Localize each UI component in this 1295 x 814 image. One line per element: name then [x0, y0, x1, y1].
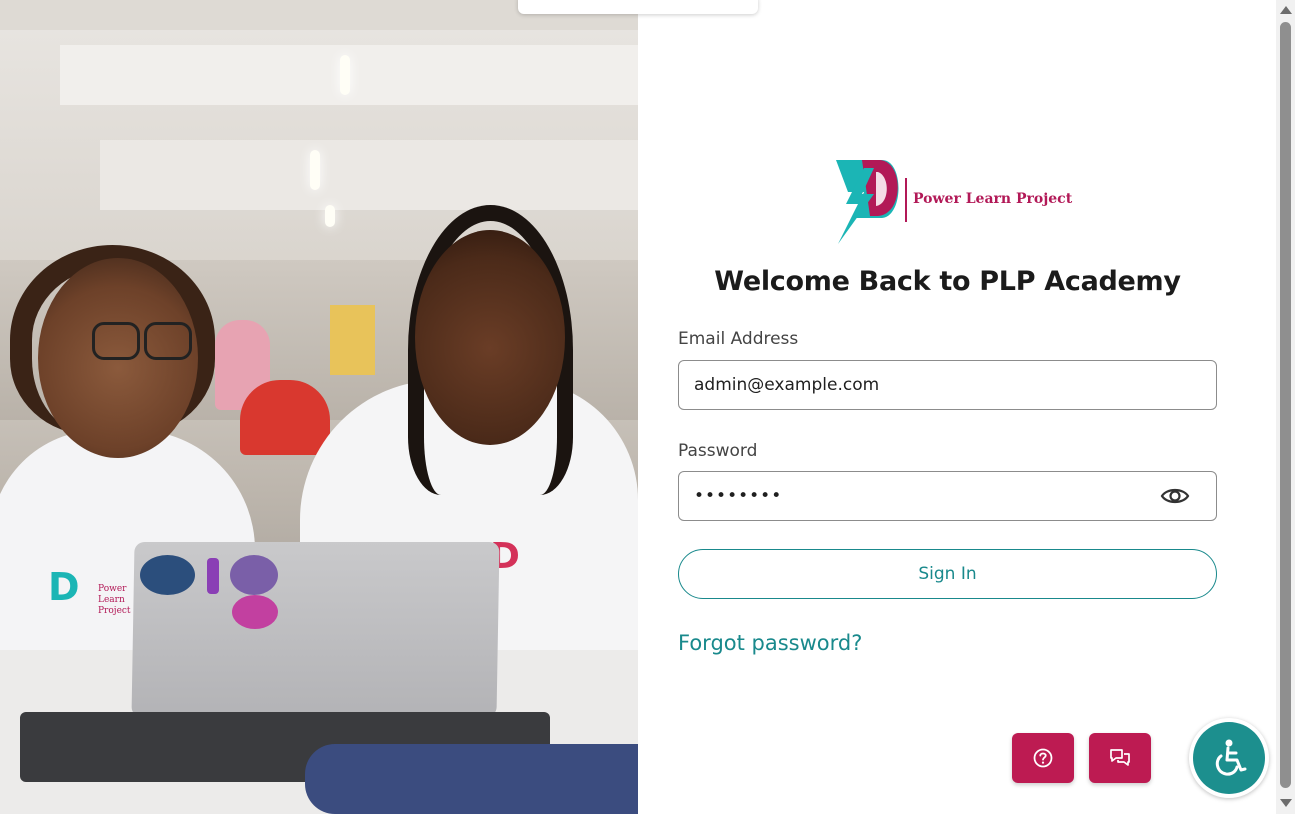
help-button[interactable] [1012, 733, 1074, 783]
email-field-container[interactable] [678, 360, 1217, 410]
sign-in-button[interactable]: Sign In [678, 549, 1217, 599]
forgot-password-link[interactable]: Forgot password? [678, 631, 862, 655]
plp-logo-mark-icon [836, 160, 899, 244]
scroll-down-arrow-icon[interactable] [1280, 799, 1292, 807]
password-field-container[interactable] [678, 471, 1217, 521]
email-field[interactable] [694, 361, 1144, 409]
notification-toast [518, 0, 758, 14]
email-label: Email Address [678, 329, 799, 349]
accessibility-button[interactable] [1189, 718, 1269, 798]
chat-bubbles-icon [1110, 749, 1130, 766]
logo-wordmark: Power Learn Project [913, 191, 1073, 207]
password-label: Password [678, 441, 758, 461]
wheelchair-icon [1215, 739, 1247, 776]
scrollbar-thumb[interactable] [1280, 22, 1291, 788]
hero-photo: D Power Learn Project D [0, 0, 638, 814]
password-field[interactable] [694, 472, 1144, 520]
page-scrollbar[interactable] [1276, 0, 1295, 814]
question-circle-icon [1033, 748, 1053, 768]
plp-logo: Power Learn Project [834, 156, 1072, 248]
page-title: Welcome Back to PLP Academy [714, 266, 1181, 297]
scroll-up-arrow-icon[interactable] [1280, 6, 1292, 14]
chat-button[interactable] [1089, 733, 1151, 783]
eye-icon[interactable] [1160, 484, 1190, 508]
